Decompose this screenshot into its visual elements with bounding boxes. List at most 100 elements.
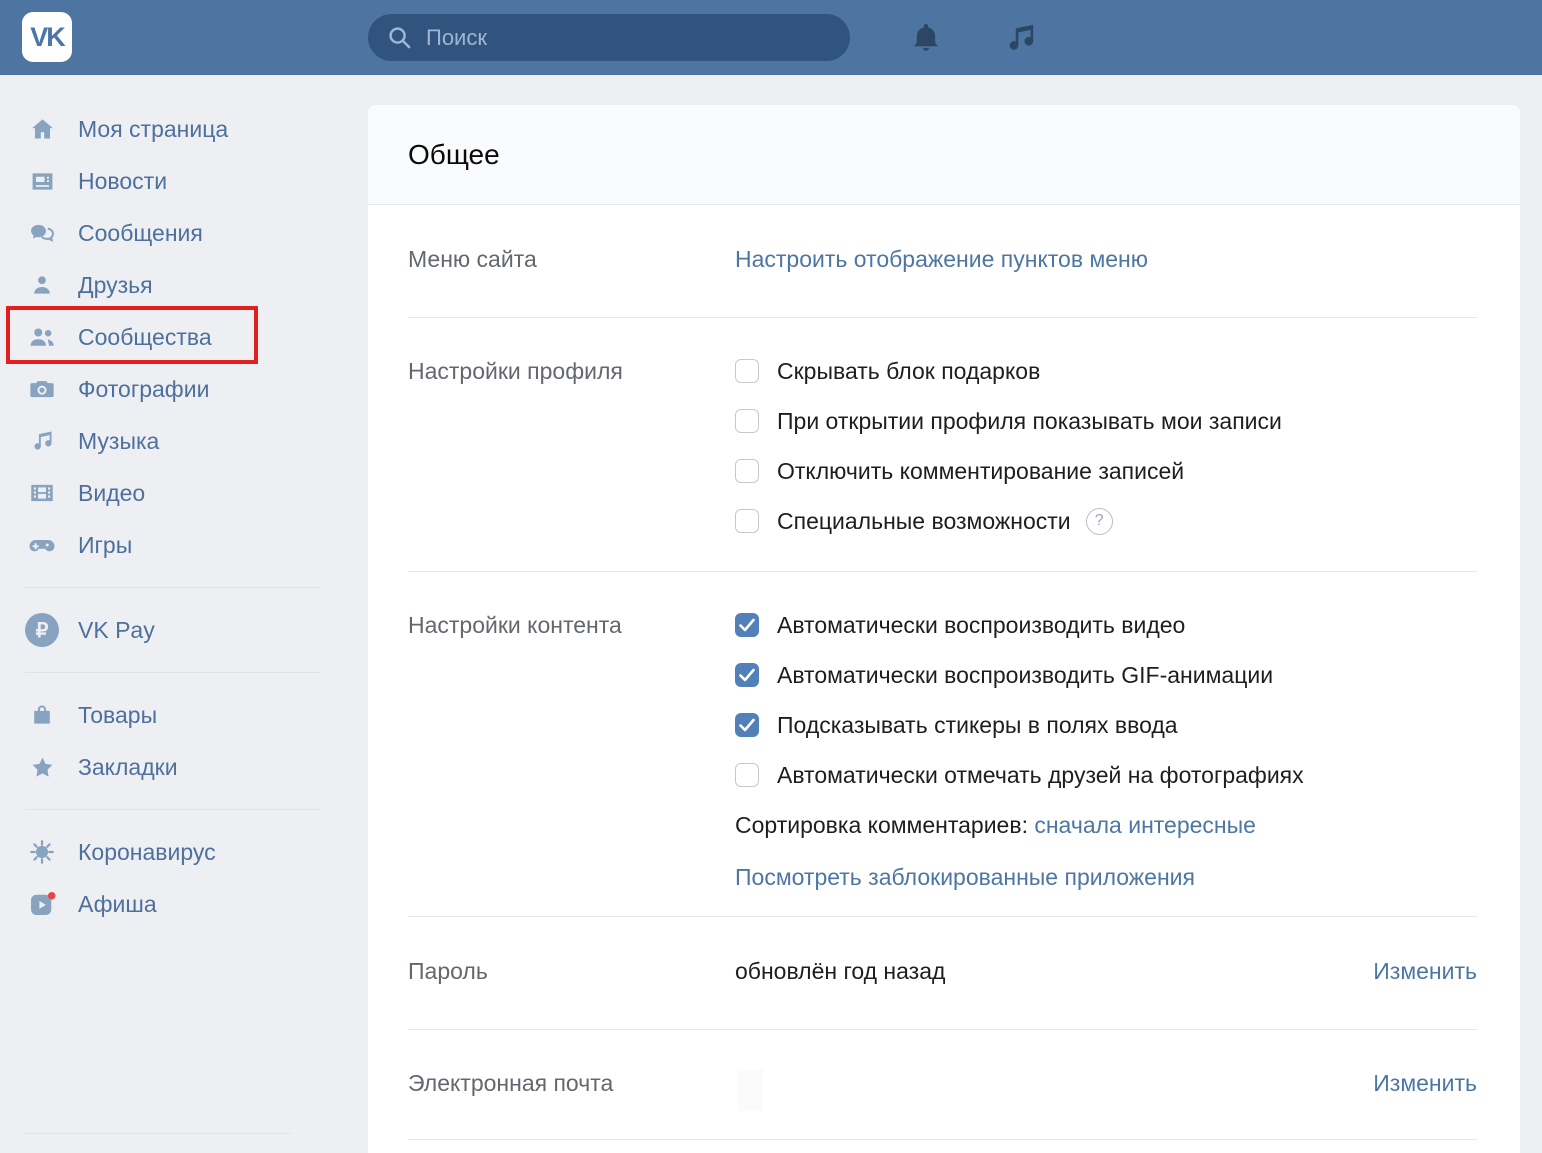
sidebar-item-vk-pay[interactable]: ₽ VK Pay <box>0 604 368 656</box>
sidebar-item-label: Афиша <box>78 891 157 918</box>
sidebar-item-photos[interactable]: Фотографии <box>0 363 368 415</box>
sidebar-divider <box>25 1133 290 1134</box>
music-note-icon <box>25 426 59 456</box>
vk-logo[interactable]: VK <box>22 12 72 62</box>
comment-sort-link[interactable]: сначала интересные <box>1034 812 1256 838</box>
checkbox-item-disable-comments[interactable]: Отключить комментирование записей <box>735 457 1477 485</box>
row-label: Меню сайта <box>408 245 735 317</box>
sidebar-item-label: Товары <box>78 702 157 729</box>
play-badge-icon <box>25 889 59 919</box>
music-icon[interactable] <box>1002 20 1038 56</box>
search-placeholder: Поиск <box>426 25 487 51</box>
row-divider <box>408 1139 1477 1140</box>
checkbox-item-autoplay-video[interactable]: Автоматически воспроизводить видео <box>735 611 1477 639</box>
profile-settings-row: Настройки профиля Скрывать блок подарков… <box>368 318 1520 571</box>
comment-sort-line: Сортировка комментариев: сначала интерес… <box>735 811 1477 839</box>
vk-logo-text: VK <box>30 22 64 53</box>
password-row: Пароль обновлён год назад Изменить <box>368 917 1520 1029</box>
checkbox-label: Специальные возможности <box>777 507 1071 535</box>
sidebar-item-games[interactable]: Игры <box>0 519 368 571</box>
settings-panel: Общее Меню сайта Настроить отображение п… <box>368 105 1520 1153</box>
search-input[interactable]: Поиск <box>368 14 850 61</box>
checkbox[interactable] <box>735 459 759 483</box>
checkbox-item-autoplay-gif[interactable]: Автоматически воспроизводить GIF-анимаци… <box>735 661 1477 689</box>
checkbox[interactable] <box>735 763 759 787</box>
row-label: Пароль <box>408 957 735 1029</box>
virus-icon <box>25 837 59 867</box>
sidebar-item-label: Моя страница <box>78 116 228 143</box>
sidebar-divider <box>25 587 320 588</box>
notifications-bell-icon[interactable] <box>908 20 944 56</box>
checkbox-label: Автоматически воспроизводить видео <box>777 611 1185 639</box>
shopping-bag-icon <box>25 700 59 730</box>
checkbox[interactable] <box>735 509 759 533</box>
star-icon <box>25 752 59 782</box>
email-value-redacted <box>737 1069 763 1111</box>
password-status: обновлён год назад <box>735 957 945 1029</box>
speech-bubbles-icon <box>25 218 59 248</box>
checkbox[interactable] <box>735 409 759 433</box>
sidebar-item-label: Фотографии <box>78 376 209 403</box>
change-password-link[interactable]: Изменить <box>1373 957 1477 1029</box>
checkbox-label: При открытии профиля показывать мои запи… <box>777 407 1282 435</box>
comment-sort-label: Сортировка комментариев: <box>735 812 1028 838</box>
checkbox-label: Подсказывать стикеры в полях ввода <box>777 711 1178 739</box>
sidebar-item-coronavirus[interactable]: Коронавирус <box>0 826 368 878</box>
sidebar-navigation: Моя страница Новости Сообщения Друзья Со… <box>0 75 368 1153</box>
checkbox-item-show-my-posts[interactable]: При открытии профиля показывать мои запи… <box>735 407 1477 435</box>
row-label: Настройки контента <box>408 611 735 916</box>
checkbox-item-hide-gifts[interactable]: Скрывать блок подарков <box>735 357 1477 385</box>
search-icon <box>386 24 413 51</box>
sidebar-item-label: Сообщества <box>78 324 212 351</box>
checkbox-item-accessibility[interactable]: Специальные возможности ? <box>735 507 1477 535</box>
checkbox[interactable] <box>735 613 759 637</box>
checkbox-item-auto-tag-friends[interactable]: Автоматически отмечать друзей на фотогра… <box>735 761 1477 789</box>
sidebar-divider <box>25 809 320 810</box>
checkbox[interactable] <box>735 359 759 383</box>
row-label: Электронная почта <box>408 1069 735 1139</box>
newspaper-icon <box>25 166 59 196</box>
sidebar-item-label: Игры <box>78 532 132 559</box>
content-settings-row: Настройки контента Автоматически воспрои… <box>368 572 1520 916</box>
sidebar-item-my-page[interactable]: Моя страница <box>0 103 368 155</box>
film-strip-icon <box>25 478 59 508</box>
sidebar-item-label: Видео <box>78 480 145 507</box>
sidebar-item-news[interactable]: Новости <box>0 155 368 207</box>
two-people-icon <box>25 322 59 352</box>
change-email-link[interactable]: Изменить <box>1373 1069 1477 1139</box>
blocked-apps-link[interactable]: Посмотреть заблокированные приложения <box>735 864 1195 890</box>
email-row: Электронная почта Изменить <box>368 1030 1520 1139</box>
sidebar-item-friends[interactable]: Друзья <box>0 259 368 311</box>
sidebar-divider <box>25 672 320 673</box>
camera-icon <box>25 374 59 404</box>
person-icon <box>25 270 59 300</box>
checkbox[interactable] <box>735 713 759 737</box>
sidebar-item-communities[interactable]: Сообщества <box>0 311 368 363</box>
sidebar-item-label: Музыка <box>78 428 159 455</box>
sidebar-item-bookmarks[interactable]: Закладки <box>0 741 368 793</box>
ruble-circle-icon: ₽ <box>25 615 59 645</box>
gamepad-icon <box>25 530 59 560</box>
checkbox-label: Автоматически воспроизводить GIF-анимаци… <box>777 661 1273 689</box>
sidebar-item-afisha[interactable]: Афиша <box>0 878 368 930</box>
sidebar-item-music[interactable]: Музыка <box>0 415 368 467</box>
checkbox-item-sticker-suggest[interactable]: Подсказывать стикеры в полях ввода <box>735 711 1477 739</box>
checkbox[interactable] <box>735 663 759 687</box>
checkbox-label: Скрывать блок подарков <box>777 357 1040 385</box>
sidebar-item-messages[interactable]: Сообщения <box>0 207 368 259</box>
checkbox-label: Отключить комментирование записей <box>777 457 1184 485</box>
sidebar-item-label: Новости <box>78 168 167 195</box>
home-icon <box>25 114 59 144</box>
sidebar-item-video[interactable]: Видео <box>0 467 368 519</box>
sidebar-item-label: Сообщения <box>78 220 203 247</box>
sidebar-item-goods[interactable]: Товары <box>0 689 368 741</box>
site-menu-row: Меню сайта Настроить отображение пунктов… <box>368 205 1520 317</box>
sidebar-item-label: VK Pay <box>78 617 155 644</box>
help-question-icon[interactable]: ? <box>1086 508 1113 535</box>
panel-header: Общее <box>368 105 1520 205</box>
sidebar-item-label: Друзья <box>78 272 153 299</box>
checkbox-label: Автоматически отмечать друзей на фотогра… <box>777 761 1304 789</box>
row-label: Настройки профиля <box>408 357 735 571</box>
configure-menu-link[interactable]: Настроить отображение пунктов меню <box>735 245 1148 317</box>
top-navigation-bar: VK Поиск <box>0 0 1542 75</box>
